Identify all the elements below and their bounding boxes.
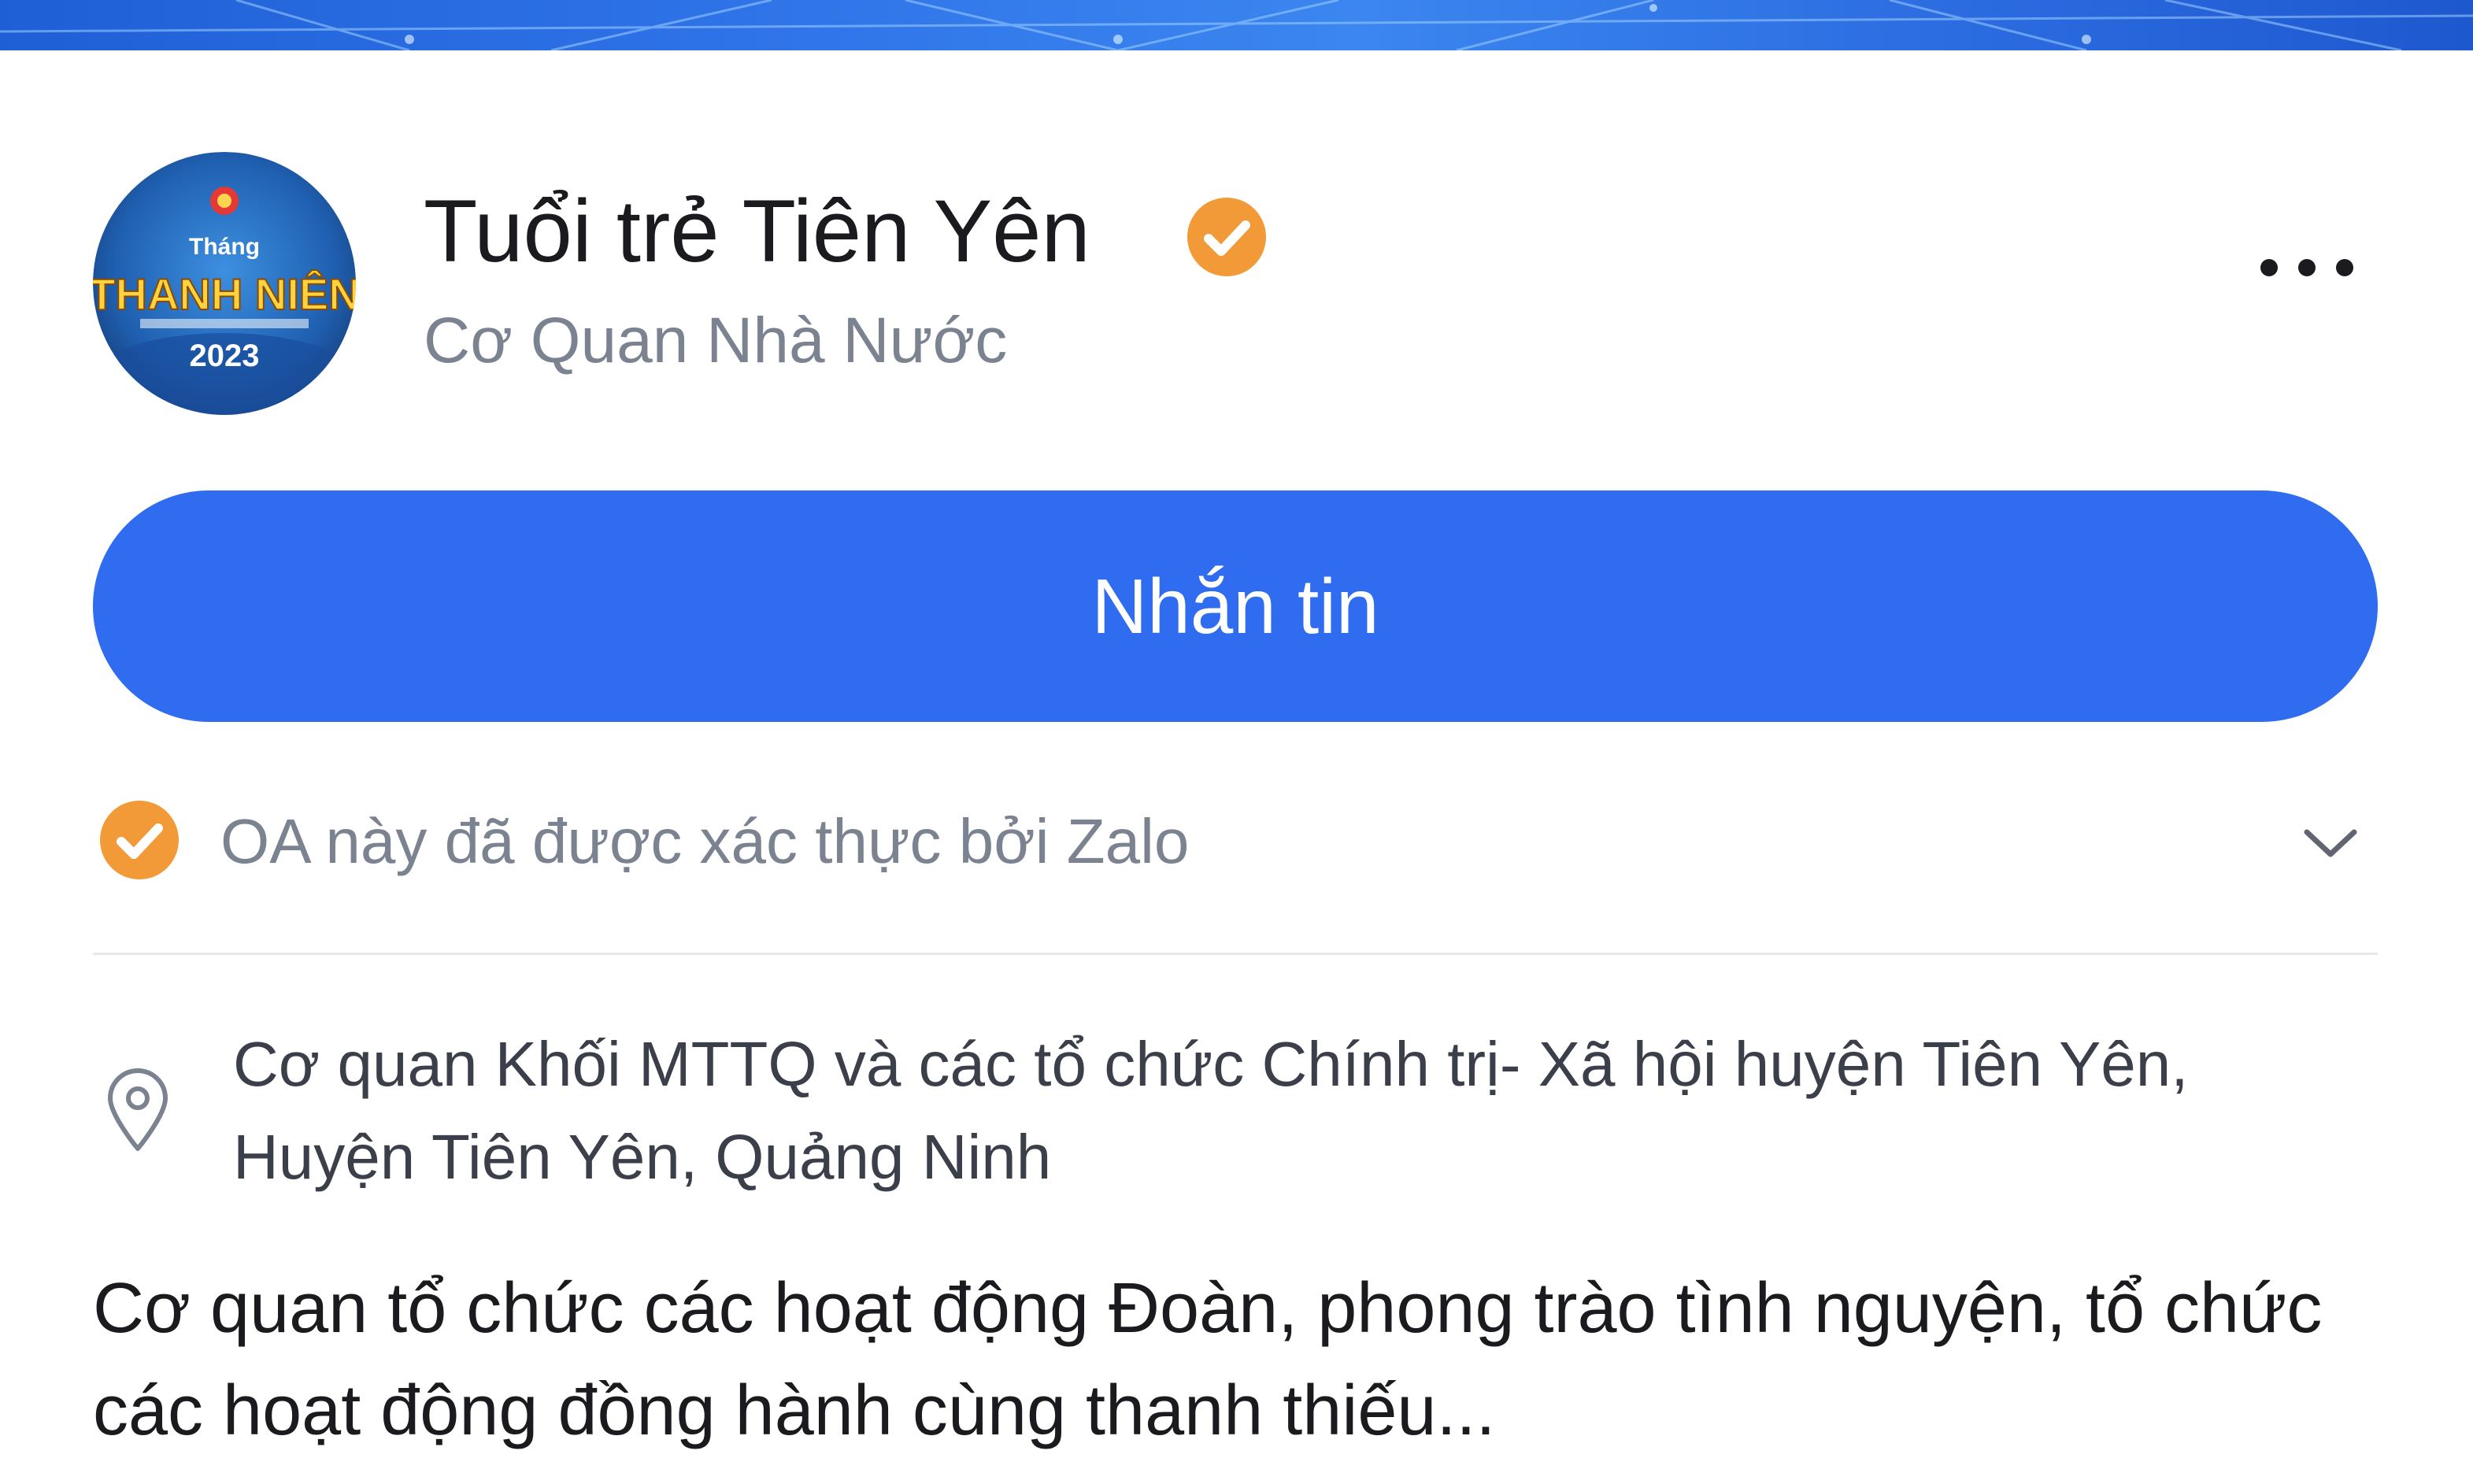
avatar-text-line3: 2023: [190, 339, 260, 373]
avatar-text-line2: THANH NIÊN: [93, 269, 356, 319]
verified-check-icon: [98, 798, 181, 882]
verified-badge-icon: [1185, 195, 1268, 279]
verification-text: OA này đã được xác thực bởi Zalo: [220, 806, 1190, 876]
oa-description[interactable]: Cơ quan tổ chức các hoạt động Đoàn, phon…: [93, 1257, 2392, 1462]
section-divider: [93, 953, 2378, 955]
cover-banner: [0, 0, 2473, 50]
oa-category: Cơ Quan Nhà Nước: [424, 305, 1008, 376]
verification-row[interactable]: OA này đã được xác thực bởi Zalo: [93, 791, 2378, 894]
chevron-down-icon[interactable]: [2301, 816, 2360, 868]
oa-name: Tuổi trẻ Tiên Yên: [424, 182, 1090, 280]
location-pin-icon: [102, 1067, 173, 1153]
address-text: Cơ quan Khối MTTQ và các tổ chức Chính t…: [233, 1029, 2189, 1192]
message-button[interactable]: Nhắn tin: [93, 490, 2378, 722]
avatar-text-line1: Tháng: [189, 234, 260, 260]
avatar[interactable]: Tháng THANH NIÊN 2023: [93, 152, 356, 415]
more-options-icon[interactable]: [2252, 244, 2362, 291]
oa-profile-page: Tháng THANH NIÊN 2023 Tuổi trẻ Tiên Yên …: [0, 0, 2473, 1484]
